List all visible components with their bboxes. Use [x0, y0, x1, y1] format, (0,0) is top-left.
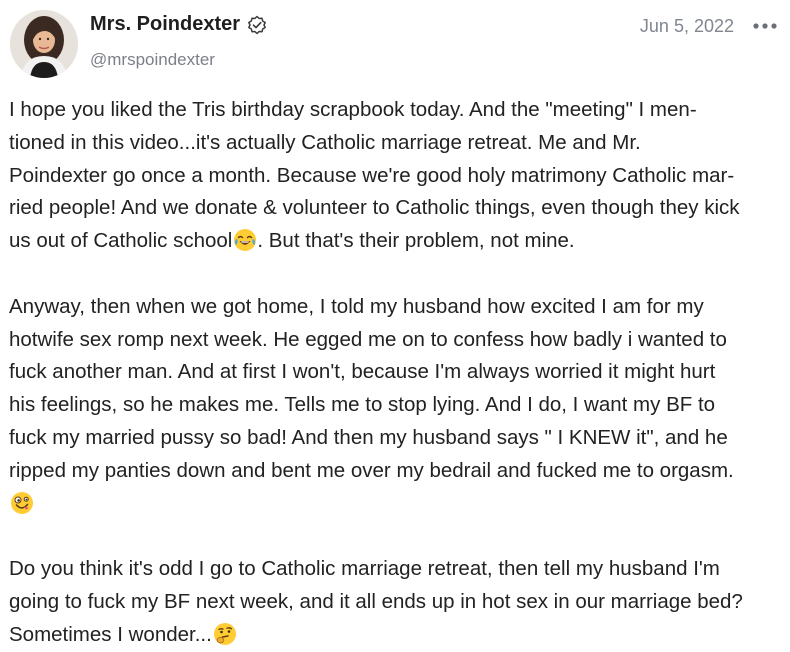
- more-options-button[interactable]: [751, 12, 779, 40]
- author-handle[interactable]: @mrspoindexter: [90, 50, 215, 70]
- tears-of-joy-emoji: [234, 229, 257, 252]
- post-body: I hope you liked the Tris birthday scrap…: [9, 94, 785, 652]
- avatar-photo: [10, 10, 78, 78]
- post-date[interactable]: Jun 5, 2022: [640, 16, 734, 37]
- post-card: Mrs. Poindexter @mrspoindexter Jun 5, 20…: [0, 0, 790, 652]
- zany-face-emoji: [11, 491, 33, 514]
- post-paragraph-1: I hope you liked the Tris birthday scrap…: [9, 94, 785, 258]
- thinking-face-emoji: [213, 622, 236, 645]
- paragraph-text-after-emoji: . But that's their problem, not mine.: [257, 229, 575, 253]
- verified-badge-icon: [248, 15, 266, 34]
- paragraph-text: Anyway, then when we got home, I told my…: [9, 294, 734, 482]
- post-paragraph-2: Anyway, then when we got home, I told my…: [9, 291, 785, 521]
- post-paragraph-3: Do you think it's odd I go to Catholic m…: [9, 553, 785, 651]
- avatar[interactable]: [10, 10, 78, 78]
- author-name-row[interactable]: Mrs. Poindexter: [90, 13, 267, 36]
- author-display-name[interactable]: Mrs. Poindexter: [90, 13, 240, 36]
- paragraph-text: Do you think it's odd I go to Catholic m…: [9, 557, 743, 646]
- more-horizontal-icon: [753, 23, 777, 29]
